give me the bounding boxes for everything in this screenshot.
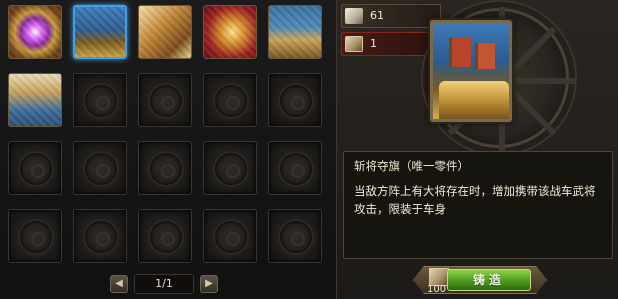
inventory-slot-empty[interactable] bbox=[8, 209, 62, 263]
item-description: 当敌方阵上有大将存在时，增加携带该战车武将攻击，限装于车身 bbox=[354, 184, 596, 216]
vortex-gem-icon bbox=[9, 6, 61, 58]
page-indicator: 1/1 bbox=[134, 274, 194, 294]
inventory-slot-empty[interactable] bbox=[268, 141, 322, 195]
empty-slot-emblem-icon bbox=[83, 151, 119, 187]
forge-cost: 100 bbox=[427, 284, 447, 295]
empty-slot-emblem-icon bbox=[278, 83, 314, 119]
inventory-slot-empty[interactable] bbox=[138, 141, 192, 195]
material-scroll-icon bbox=[345, 36, 363, 52]
material-resource: 1 bbox=[341, 32, 441, 56]
empty-slot-emblem-icon bbox=[18, 219, 54, 255]
empty-slot-emblem-icon bbox=[213, 83, 249, 119]
inventory-slot-empty[interactable] bbox=[268, 209, 322, 263]
empty-slot-emblem-icon bbox=[148, 83, 184, 119]
inventory-slot-vortex-gem[interactable] bbox=[8, 5, 62, 59]
empty-slot-emblem-icon bbox=[83, 219, 119, 255]
golden-dragon-icon bbox=[139, 6, 191, 58]
inventory-slot-empty[interactable] bbox=[73, 73, 127, 127]
pagination: ◀ 1/1 ▶ bbox=[110, 273, 218, 295]
empty-slot-emblem-icon bbox=[213, 219, 249, 255]
banner-flag bbox=[449, 37, 471, 67]
inventory-slot-empty[interactable] bbox=[203, 141, 257, 195]
empty-slot-emblem-icon bbox=[278, 219, 314, 255]
selected-item-image bbox=[430, 20, 512, 122]
empty-slot-emblem-icon bbox=[18, 151, 54, 187]
forge-button[interactable]: 铸造 bbox=[447, 269, 531, 291]
forge-bar: 100 铸造 bbox=[413, 264, 547, 296]
empty-slot-emblem-icon bbox=[278, 151, 314, 187]
flagship-banner-icon bbox=[75, 7, 125, 57]
inventory-slot-empty[interactable] bbox=[73, 209, 127, 263]
inventory-slot-empty[interactable] bbox=[203, 209, 257, 263]
silver-ingot-icon bbox=[345, 8, 363, 24]
inventory-slot-empty[interactable] bbox=[8, 141, 62, 195]
chariot-hull bbox=[439, 81, 509, 119]
inventory-slot-fortress-cannon[interactable] bbox=[268, 5, 322, 59]
empty-slot-emblem-icon bbox=[83, 83, 119, 119]
material-amount: 1 bbox=[370, 37, 377, 50]
inventory-slot-empty[interactable] bbox=[138, 209, 192, 263]
silver-amount: 61 bbox=[370, 9, 384, 22]
inventory-slot-army-formation[interactable] bbox=[8, 73, 62, 127]
chevron-left-icon[interactable]: ◀ bbox=[110, 275, 128, 293]
forge-window: ◀ 1/1 ▶ 61 1 斩将夺旗（唯一零件） 当敌方阵上有大将存在时，增加携带… bbox=[0, 0, 618, 299]
item-detail-panel: 61 1 斩将夺旗（唯一零件） 当敌方阵上有大将存在时，增加携带该战车武将攻击，… bbox=[336, 0, 618, 299]
empty-slot-emblem-icon bbox=[213, 151, 249, 187]
item-description-box: 斩将夺旗（唯一零件） 当敌方阵上有大将存在时，增加携带该战车武将攻击，限装于车身 bbox=[343, 151, 613, 259]
inventory-slot-empty[interactable] bbox=[268, 73, 322, 127]
chevron-right-icon[interactable]: ▶ bbox=[200, 275, 218, 293]
inventory-slot-empty[interactable] bbox=[203, 73, 257, 127]
inventory-grid bbox=[8, 5, 330, 265]
silver-resource: 61 bbox=[341, 4, 441, 28]
fortress-cannon-icon bbox=[269, 6, 321, 58]
item-title: 斩将夺旗（唯一零件） bbox=[354, 159, 469, 173]
inventory-slot-red-gold-armor[interactable] bbox=[203, 5, 257, 59]
inventory-slot-empty[interactable] bbox=[138, 73, 192, 127]
inventory-slot-empty[interactable] bbox=[73, 141, 127, 195]
empty-slot-emblem-icon bbox=[148, 151, 184, 187]
inventory-slot-golden-dragon[interactable] bbox=[138, 5, 192, 59]
banner-flag bbox=[475, 43, 495, 69]
empty-slot-emblem-icon bbox=[148, 219, 184, 255]
inventory-slot-flagship-banner[interactable] bbox=[73, 5, 127, 59]
army-formation-icon bbox=[9, 74, 61, 126]
red-gold-armor-icon bbox=[204, 6, 256, 58]
